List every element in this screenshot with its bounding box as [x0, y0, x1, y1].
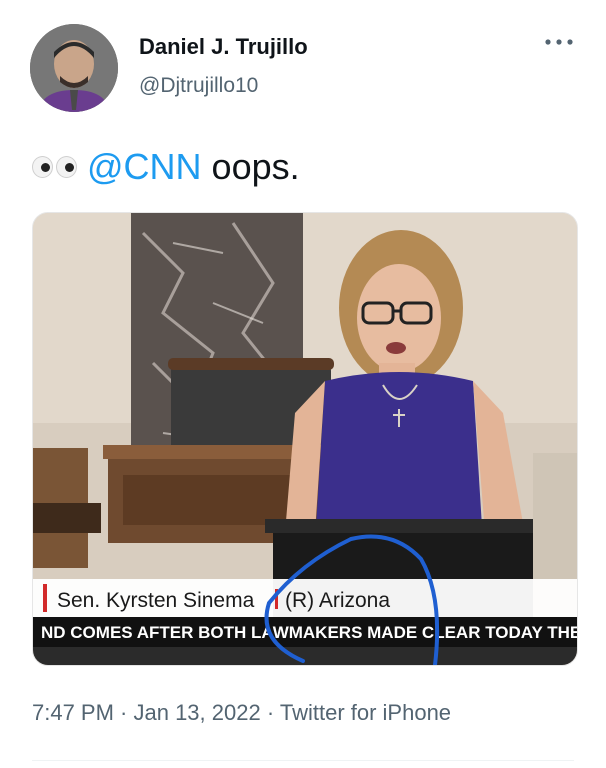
chyron-name: Sen. Kyrsten Sinema — [57, 589, 255, 612]
tweet-media-image[interactable]: Sen. Kyrsten Sinema (R) Arizona ND COMES… — [32, 212, 578, 666]
tweet-body-text: oops. — [211, 146, 300, 187]
avatar[interactable] — [30, 24, 118, 112]
media-scene: Sen. Kyrsten Sinema (R) Arizona ND COMES… — [33, 213, 577, 665]
tweet-timestamp[interactable]: 7:47 PM · Jan 13, 2022 · Twitter for iPh… — [32, 700, 451, 726]
chyron-party: (R) Arizona — [285, 589, 390, 612]
eye-left-icon — [32, 156, 53, 178]
news-ticker: ND COMES AFTER BOTH LAWMAKERS MADE CLEAR… — [41, 623, 577, 642]
author-name[interactable]: Daniel J. Trujillo — [139, 34, 308, 60]
more-options-icon[interactable] — [544, 36, 574, 48]
divider — [32, 760, 574, 761]
avatar-image — [30, 24, 118, 112]
mention-link[interactable]: @CNN — [87, 146, 202, 188]
eyes-emoji-icon — [32, 156, 77, 178]
author-handle[interactable]: @Djtrujillo10 — [139, 74, 258, 98]
eye-right-icon — [56, 156, 77, 178]
tweet-text: @CNN oops. — [32, 146, 300, 188]
